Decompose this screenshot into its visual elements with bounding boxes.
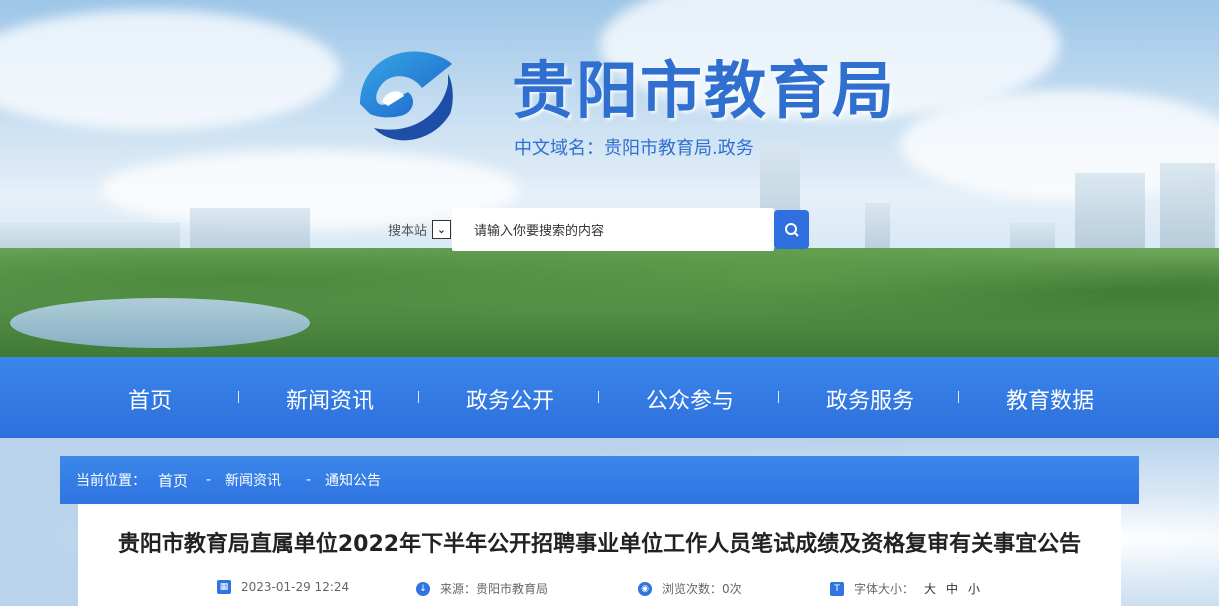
search-scope-select[interactable]: ⌄ [432, 220, 451, 239]
nav-separator [238, 391, 239, 403]
nav-separator [418, 391, 419, 403]
eye-icon: ◉ [638, 581, 652, 596]
logo-icon [360, 51, 453, 141]
search-scope-label: 搜本站 [388, 224, 428, 239]
calendar-icon: ▦ [217, 580, 231, 594]
font-size-large[interactable]: 大 [924, 580, 936, 597]
article-source-text: 来源：贵阳市教育局 [440, 582, 549, 596]
font-size-control: T 字体大小： 大 中 小 [830, 580, 980, 597]
breadcrumb-separator: - [306, 472, 312, 488]
nav-item-news[interactable]: 新闻资讯 [240, 383, 420, 415]
article-views: ◉ 浏览次数：0次 [638, 580, 742, 597]
search-input[interactable]: 请输入你要搜索的内容 [452, 208, 774, 251]
chevron-down-icon: ⌄ [436, 223, 447, 236]
breadcrumb-separator: - [206, 472, 212, 488]
nav-separator [598, 391, 599, 403]
article-date: ▦ 2023-01-29 12:24 [217, 580, 349, 594]
nav-item-gov-affairs[interactable]: 政务公开 [420, 383, 600, 415]
breadcrumb-item-notices[interactable]: 通知公告 [325, 470, 381, 490]
text-size-icon: T [830, 581, 844, 596]
breadcrumb: 当前位置： 首页 - 新闻资讯 - 通知公告 [60, 456, 1139, 504]
article-panel: 贵阳市教育局直属单位2022年下半年公开招聘事业单位工作人员笔试成绩及资格复审有… [78, 504, 1121, 606]
font-size-medium[interactable]: 中 [946, 580, 958, 597]
site-title: 贵阳市教育局 [512, 54, 897, 127]
article-source: ↓ 来源：贵阳市教育局 [416, 580, 548, 597]
source-icon: ↓ [416, 581, 430, 596]
nav-item-home[interactable]: 首页 [60, 383, 240, 415]
search-button[interactable] [774, 210, 809, 249]
nav-separator [958, 391, 959, 403]
breadcrumb-prefix: 当前位置： [76, 473, 146, 489]
main-nav: 首页 新闻资讯 政务公开 公众参与 政务服务 教育数据 [0, 357, 1219, 438]
nav-item-gov-services[interactable]: 政务服务 [780, 383, 960, 415]
domain-line: 中文域名：贵阳市教育局.政务 [514, 138, 754, 159]
article-title: 贵阳市教育局直属单位2022年下半年公开招聘事业单位工作人员笔试成绩及资格复审有… [117, 532, 1082, 557]
breadcrumb-item-home[interactable]: 首页 [158, 470, 188, 491]
font-size-label: 字体大小： [854, 582, 915, 596]
nav-separator [778, 391, 779, 403]
nav-item-education-data[interactable]: 教育数据 [960, 383, 1140, 415]
search-placeholder: 请输入你要搜索的内容 [474, 224, 605, 239]
article-views-text: 浏览次数：0次 [662, 582, 742, 596]
breadcrumb-item-news[interactable]: 新闻资讯 [225, 470, 281, 490]
article-date-text: 2023-01-29 12:24 [241, 580, 350, 594]
search-icon [784, 222, 799, 237]
font-size-small[interactable]: 小 [968, 580, 980, 597]
nav-item-public-participation[interactable]: 公众参与 [600, 383, 780, 415]
